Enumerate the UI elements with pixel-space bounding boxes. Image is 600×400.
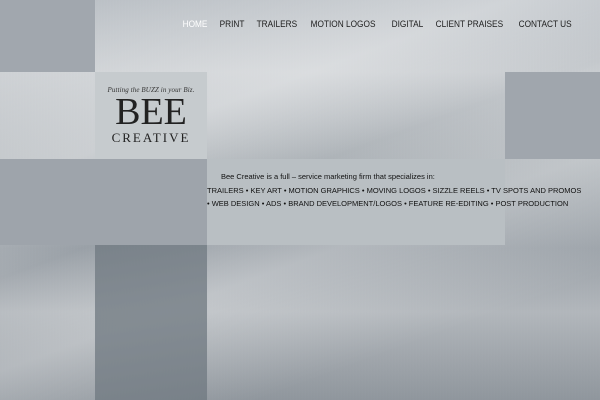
services-line: • WEB DESIGN • ADS • BRAND DEVELOPMENT/L… — [207, 199, 569, 208]
nav-home[interactable]: HOME — [178, 19, 212, 29]
logo-subtitle: CREATIVE — [111, 129, 191, 145]
decorative-block — [0, 0, 95, 72]
decorative-block — [95, 245, 207, 400]
decorative-block — [0, 159, 207, 245]
nav-print[interactable]: PRINT — [215, 19, 249, 29]
company-description: Bee Creative is a full – service marketi… — [207, 159, 582, 245]
site-logo[interactable]: Putting the BUZZ in your Biz. BEE CREATI… — [95, 72, 207, 159]
main-nav: HOME PRINT TRAILERS MOTION LOGOS DIGITAL… — [178, 19, 582, 29]
nav-client-praises[interactable]: CLIENT PRAISES — [431, 19, 508, 29]
services-line: TRAILERS • KEY ART • MOTION GRAPHICS • M… — [207, 186, 582, 195]
logo-wordmark: BEE — [115, 90, 187, 133]
nav-trailers[interactable]: TRAILERS — [252, 19, 302, 29]
nav-motion-logos[interactable]: MOTION LOGOS — [306, 19, 380, 29]
decorative-block — [505, 72, 600, 159]
nav-digital[interactable]: DIGITAL — [387, 19, 428, 29]
description-intro: Bee Creative is a full – service marketi… — [221, 172, 435, 181]
nav-contact-us[interactable]: CONTACT US — [514, 19, 576, 29]
